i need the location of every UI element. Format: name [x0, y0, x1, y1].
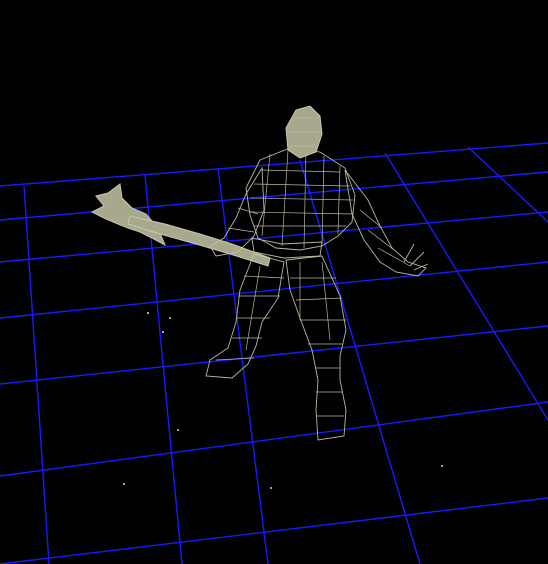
- 3d-viewport[interactable]: [0, 0, 548, 564]
- floor-specks: [123, 312, 443, 489]
- axe-head: [90, 183, 166, 247]
- leg-left: [205, 253, 285, 379]
- ground-grid: [0, 142, 548, 564]
- hand-right: [403, 243, 429, 271]
- viewport-canvas[interactable]: [0, 0, 548, 564]
- mesh-lines: [215, 117, 411, 417]
